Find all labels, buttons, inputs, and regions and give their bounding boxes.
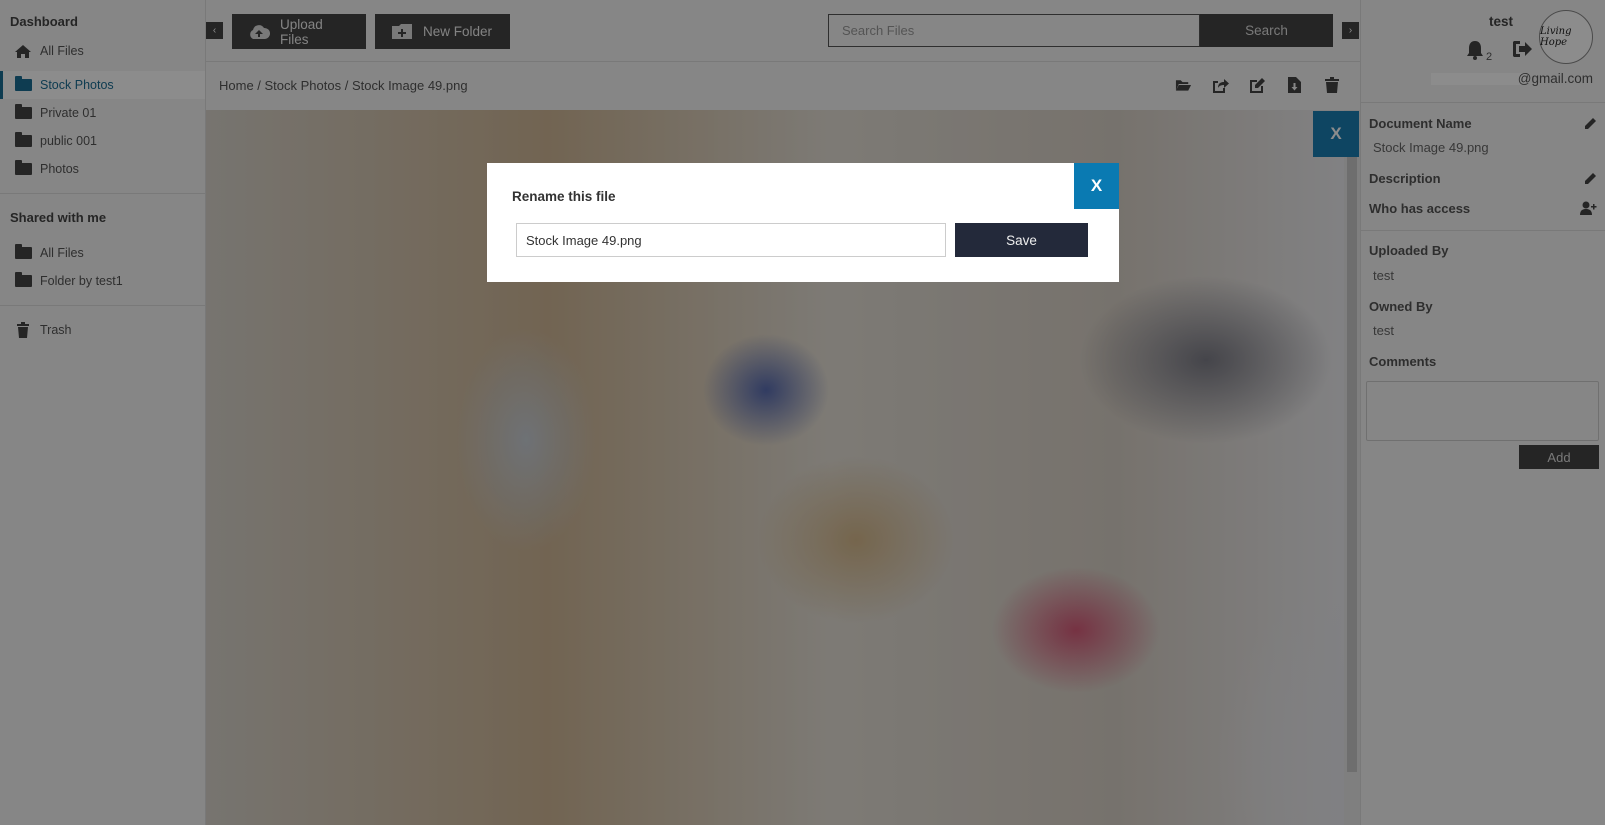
close-modal-button[interactable]: X <box>1074 163 1119 209</box>
rename-modal: Rename this file Save X <box>487 163 1119 282</box>
modal-backdrop[interactable] <box>0 0 1605 825</box>
rename-input[interactable] <box>516 223 946 257</box>
modal-title: Rename this file <box>512 189 616 204</box>
save-button[interactable]: Save <box>955 223 1088 257</box>
